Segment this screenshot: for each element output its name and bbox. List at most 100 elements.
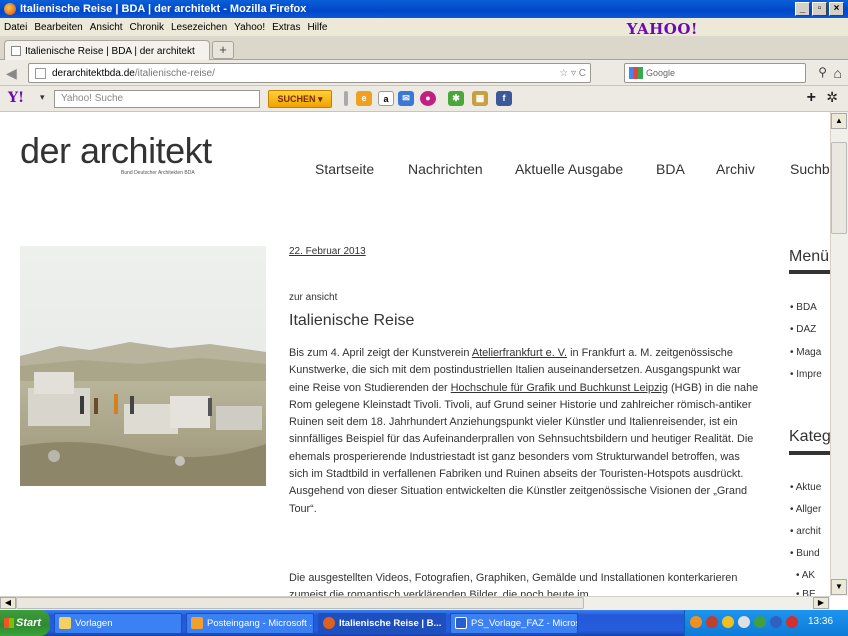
task-vorlagen[interactable]: Vorlagen [54,613,182,634]
minimize-button[interactable]: _ [795,2,810,16]
category-item[interactable]: • archit [790,526,821,537]
flickr-icon[interactable]: ● [420,91,436,106]
link-hgb-leipzig[interactable]: Hochschule für Grafik und Buchkunst Leip… [451,382,668,394]
category-subitem[interactable]: • AK [796,570,815,581]
taskbar-clock[interactable]: 13:36 [808,616,833,627]
nav-startseite[interactable]: Startseite [315,161,374,177]
back-arrow-icon[interactable]: ◀ [6,64,24,82]
sidebar-menu-heading: Menü [789,248,830,265]
menu-extras[interactable]: Extras [272,22,300,33]
sidebar-item-bda[interactable]: • BDA [790,302,817,313]
task-label: Vorlagen [75,618,113,629]
vertical-scroll-thumb[interactable] [831,142,847,234]
article-text: Bis zum 4. April zeigt der Kunstverein [289,347,472,359]
tab-italienische-reise[interactable]: Italienische Reise | BDA | der architekt [4,40,210,61]
sidebar-categories-heading: Kateg [789,428,831,445]
nav-aktuelle-ausgabe[interactable]: Aktuelle Ausgabe [515,161,623,177]
horizontal-scroll-thumb[interactable] [16,597,584,609]
article-paragraph-1: Bis zum 4. April zeigt der Kunstverein A… [289,345,759,518]
sidebar-item-magazin[interactable]: • Maga [790,347,821,358]
sidebar-item-impressum[interactable]: • Impre [790,369,822,380]
menu-yahoo[interactable]: Yahoo! [234,22,265,33]
menu-datei[interactable]: Datei [4,22,27,33]
tray-icon[interactable] [786,616,798,628]
start-button[interactable]: Start [0,610,50,636]
yahoo-search-button[interactable]: SUCHEN ▾ [268,90,332,108]
category-item[interactable]: • Aktue [790,482,821,493]
yahoo-search-input[interactable]: Yahoo! Suche [54,90,260,108]
category-item[interactable]: • Allger [790,504,821,515]
network-icon[interactable] [770,616,782,628]
category-subitem[interactable]: • BE [796,589,816,596]
task-outlook[interactable]: Posteingang - Microsoft ... [186,613,314,634]
nav-bda[interactable]: BDA [656,161,685,177]
tray-icon[interactable] [738,616,750,628]
task-firefox[interactable]: Italienische Reise | B... [318,613,446,634]
search-engine-box[interactable]: Google ⚲ [624,63,827,83]
task-label: Posteingang - Microsoft ... [207,618,314,629]
scroll-right-icon[interactable]: ▶ [813,597,829,609]
article-text: (HGB) in die nahe Rom gelegene Kleinstad… [289,381,759,515]
menu-bearbeiten[interactable]: Bearbeiten [34,22,82,33]
article-title: Italienische Reise [289,312,415,329]
menu-chronik[interactable]: Chronik [130,22,164,33]
task-label: Italienische Reise | B... [339,618,442,629]
sidebar-item-daz[interactable]: • DAZ [790,324,816,335]
scroll-left-icon[interactable]: ◀ [0,597,16,609]
page-favicon-icon [11,46,21,56]
tray-icon[interactable] [722,616,734,628]
google-icon[interactable] [629,67,643,79]
add-icon[interactable]: + [807,89,816,107]
yahoo-toolbar-logo[interactable]: Y! [8,90,24,106]
tray-icon[interactable] [754,616,766,628]
mail-icon[interactable]: ✉ [398,91,414,106]
tray-icon[interactable] [706,616,718,628]
word-icon [455,617,467,629]
nav-archiv[interactable]: Archiv [716,161,755,177]
toolbar-separator [344,91,348,106]
search-icon[interactable]: ⚲ [818,65,827,79]
site-identity-icon[interactable] [35,67,46,79]
close-button[interactable]: × [829,2,844,16]
window-titlebar: Italienische Reise | BDA | der architekt… [0,0,848,18]
ebay-icon[interactable]: e [356,91,372,106]
address-bar[interactable]: derarchitektbda.de /italienische-reise/ … [28,63,591,83]
maximize-button[interactable]: ▫ [812,2,827,16]
article-date[interactable]: 22. Februar 2013 [289,246,366,257]
category-item[interactable]: • Bund [790,548,820,559]
article-category: zur ansicht [289,292,338,303]
bookmark-star-icon[interactable]: ☆ ▿ C [559,68,586,79]
menu-ansicht[interactable]: Ansicht [90,22,123,33]
firefox-icon [4,3,16,15]
amazon-icon[interactable]: a [378,91,394,106]
news-icon[interactable]: ▦ [472,91,488,106]
menu-lesezeichen[interactable]: Lesezeichen [171,22,227,33]
sidebar-divider [789,451,830,455]
facebook-icon[interactable]: f [496,91,512,106]
nav-suche[interactable]: Suchb [790,161,830,177]
home-icon[interactable]: ⌂ [834,65,842,81]
folder-icon [59,617,71,629]
search-engine-label: Google [646,68,676,78]
scroll-down-icon[interactable]: ▼ [831,579,847,595]
site-logo[interactable]: der architekt [20,130,212,172]
tab-label: Italienische Reise | BDA | der architekt [25,45,195,57]
games-icon[interactable]: ✱ [448,91,464,106]
site-subtitle: Bund Deutscher Architekten BDA [121,170,195,176]
article-photo[interactable] [20,246,266,486]
task-word[interactable]: PS_Vorlage_FAZ - Micros... [450,613,578,634]
link-atelierfrankfurt[interactable]: Atelierfrankfurt e. V. [472,347,567,359]
yahoo-dropdown-icon[interactable]: ▾ [40,92,45,103]
window-title: Italienische Reise | BDA | der architekt… [20,3,307,15]
sidebar-divider [789,270,830,274]
outlook-icon [191,617,203,629]
task-label: PS_Vorlage_FAZ - Micros... [471,618,578,629]
new-tab-button[interactable]: + [212,41,234,59]
url-domain: derarchitektbda.de [52,67,135,79]
nav-nachrichten[interactable]: Nachrichten [408,161,483,177]
gear-icon[interactable]: ✲ [826,89,838,106]
scroll-up-icon[interactable]: ▲ [831,113,847,129]
tray-icon[interactable] [690,616,702,628]
url-path: /italienische-reise/ [134,67,215,79]
menu-hilfe[interactable]: Hilfe [307,22,327,33]
